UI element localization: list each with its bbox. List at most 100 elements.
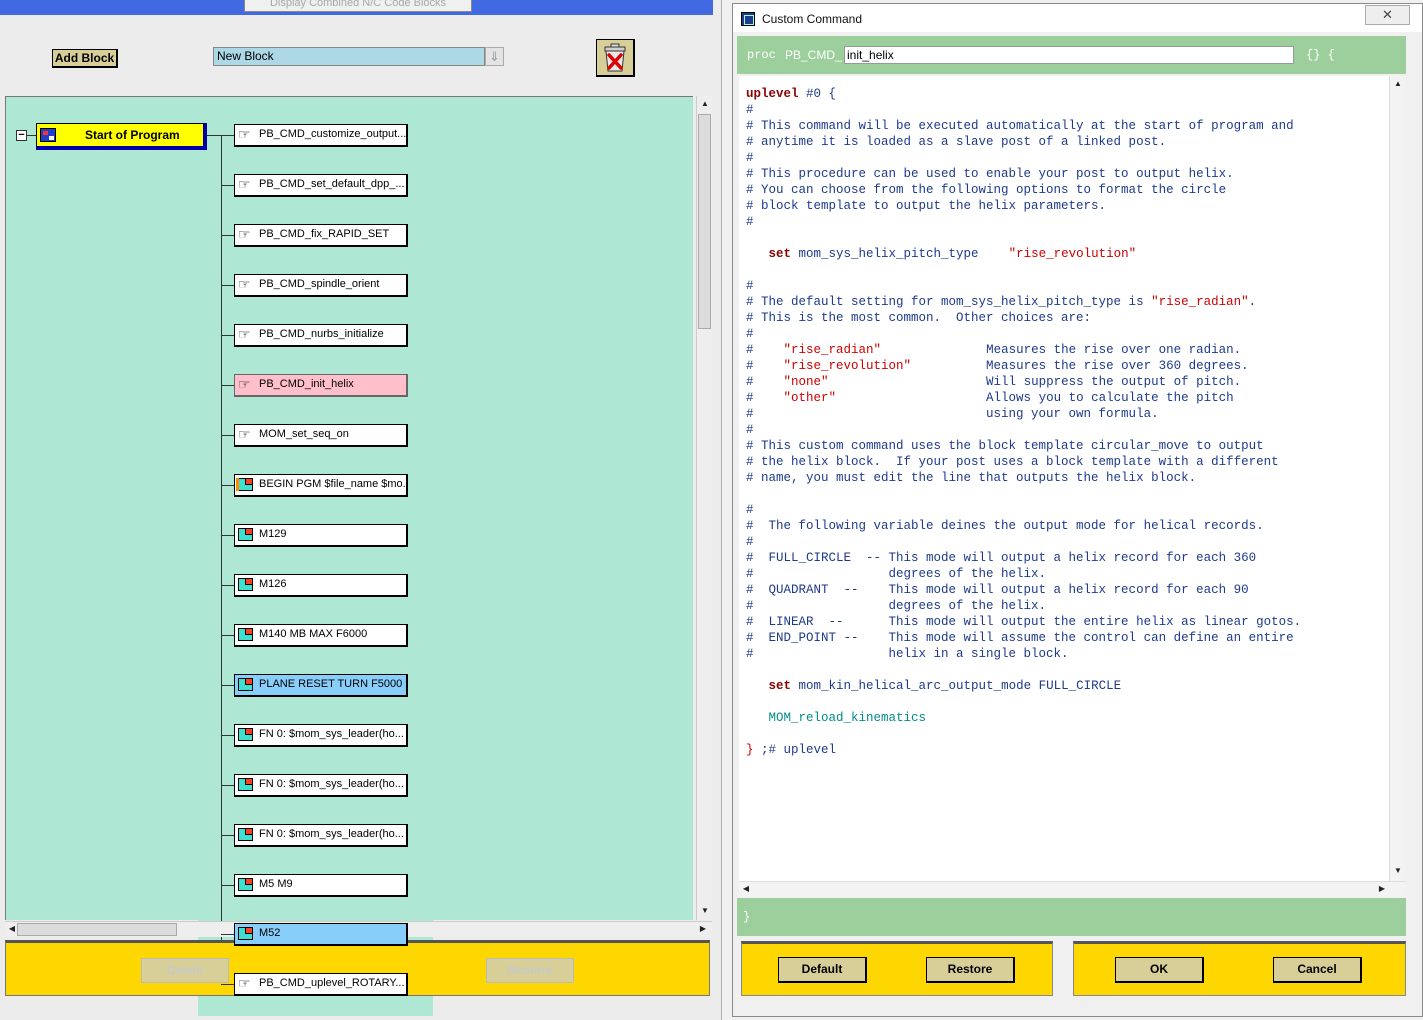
code-line: } ;# uplevel	[746, 743, 837, 757]
code-line: # You can choose from the following opti…	[746, 183, 1227, 197]
tree-item-m5-m9[interactable]: M5 M9	[234, 874, 408, 897]
close-button[interactable]: ✕	[1365, 5, 1410, 25]
tree-item-pb-cmd-fix-rapid-set[interactable]: ☞ PB_CMD_fix_RAPID_SET	[234, 224, 408, 247]
code-line: set mom_kin_helical_arc_output_mode FULL…	[768, 679, 1122, 693]
tree-item-mom-set-seq-on[interactable]: ☞ MOM_set_seq_on	[234, 424, 408, 447]
block-icon	[238, 628, 253, 641]
scroll-up-icon[interactable]: ▲	[1391, 77, 1405, 91]
block-icon	[238, 578, 253, 591]
trash-icon	[604, 43, 626, 72]
scroll-down-icon[interactable]: ▼	[1391, 864, 1405, 878]
code-editor[interactable]: uplevel #0 { # # This command will be exec…	[739, 76, 1389, 881]
delete-button[interactable]: Delete	[141, 958, 229, 983]
proc-header-bar: proc PB_CMD_ init_helix {} {	[737, 36, 1406, 74]
code-line: # anytime it is loaded as a slave post o…	[746, 135, 1167, 149]
default-restore-bar: Default Restore	[741, 941, 1053, 996]
tree-item-pb-cmd-set-default-dpp[interactable]: ☞ PB_CMD_set_default_dpp_...	[234, 174, 408, 197]
code-line: # "rise_revolution" Measures the rise ov…	[746, 359, 1249, 373]
block-icon	[238, 927, 253, 940]
default-button[interactable]: Default	[778, 957, 867, 983]
code-line: #	[746, 103, 754, 117]
ok-cancel-bar: OK Cancel	[1073, 941, 1406, 996]
block-icon	[238, 828, 253, 841]
add-block-button[interactable]: Add Block	[52, 49, 118, 68]
scroll-up-icon[interactable]: ▲	[698, 97, 712, 111]
code-line: # The default setting for mom_sys_helix_…	[746, 295, 1257, 309]
tree-item-pb-cmd-init-helix[interactable]: ☞ PB_CMD_init_helix	[234, 374, 408, 397]
hand-pointer-icon: ☞	[238, 126, 251, 142]
close-icon: ✕	[1382, 7, 1393, 22]
new-block-dropdown[interactable]: New Block	[213, 47, 485, 66]
start-of-program-node[interactable]: Start of Program	[36, 123, 207, 150]
tree-item-m126[interactable]: M126	[234, 574, 408, 597]
block-icon	[238, 528, 253, 541]
scroll-thumb[interactable]	[698, 114, 711, 329]
tree-item-pb-cmd-nurbs-initialize[interactable]: ☞ PB_CMD_nurbs_initialize	[234, 324, 408, 347]
tree-vertical-scrollbar[interactable]: ▲ ▼	[696, 96, 712, 920]
code-line: MOM_reload_kinematics	[746, 711, 927, 725]
code-line: # block template to output the helix par…	[746, 199, 1107, 213]
code-line: # degrees of the helix.	[746, 567, 1047, 581]
custom-command-dialog: Custom Command ✕ proc PB_CMD_ init_helix…	[732, 3, 1423, 1017]
tree-item-begin-pgm[interactable]: BEGIN PGM $file_name $mo...	[234, 474, 408, 497]
tree-item-m129[interactable]: M129	[234, 524, 408, 547]
scroll-down-icon[interactable]: ▼	[698, 904, 712, 918]
code-line: # This command will be executed automati…	[746, 119, 1294, 133]
closing-brace: }	[743, 910, 751, 924]
tree-item-m52[interactable]: M52	[234, 923, 408, 946]
scroll-thumb[interactable]	[17, 923, 177, 936]
trash-button[interactable]	[596, 39, 635, 77]
program-icon	[40, 128, 56, 142]
restore-block-button[interactable]: Restore	[486, 958, 574, 983]
proc-footer-bar: }	[737, 898, 1406, 936]
dialog-title-bar: Custom Command ✕	[733, 4, 1422, 32]
tree-item-plane-reset[interactable]: PLANE RESET TURN F5000	[234, 674, 408, 697]
code-text: uplevel #0 { # # This command will be exec…	[746, 86, 1301, 758]
block-icon	[238, 878, 253, 891]
code-line: uplevel #0 {	[746, 87, 837, 101]
code-line: #	[746, 535, 754, 549]
tree-item-pb-cmd-spindle-orient[interactable]: ☞ PB_CMD_spindle_orient	[234, 274, 408, 297]
cancel-button[interactable]: Cancel	[1273, 957, 1362, 983]
code-line: #	[746, 215, 754, 229]
restore-button[interactable]: Restore	[926, 957, 1015, 983]
display-combined-button[interactable]: Display Combined N/C Code Blocks	[244, 0, 472, 12]
code-line: #	[746, 279, 754, 293]
proc-name-input[interactable]: init_helix	[844, 46, 1294, 64]
block-icon	[238, 678, 253, 691]
proc-prefix: PB_CMD_	[785, 48, 842, 62]
code-line: # This procedure can be used to enable y…	[746, 167, 1234, 181]
code-line: # "none" Will suppress the output of pit…	[746, 375, 1242, 389]
hand-pointer-icon: ☞	[238, 276, 251, 292]
block-icon	[238, 778, 253, 791]
proc-keyword: proc	[747, 48, 776, 62]
code-line: # This custom command uses the block tem…	[746, 439, 1264, 453]
tree-item-pb-cmd-customize-output[interactable]: ☞ PB_CMD_customize_output...	[234, 124, 408, 147]
collapse-toggle-icon[interactable]: −	[16, 130, 27, 141]
scroll-left-icon[interactable]: ◀	[739, 882, 753, 896]
tree-item-m140[interactable]: M140 MB MAX F6000	[234, 624, 408, 647]
hand-pointer-icon: ☞	[238, 426, 251, 442]
code-line: #	[746, 503, 754, 517]
editor-vertical-scrollbar[interactable]: ▲ ▼	[1389, 76, 1406, 881]
tree-item-fn0-c[interactable]: FN 0: $mom_sys_leader(ho...	[234, 824, 408, 847]
tree-item-fn0-a[interactable]: FN 0: $mom_sys_leader(ho...	[234, 724, 408, 747]
dropdown-arrow-icon[interactable]: ⇓	[485, 47, 504, 66]
code-line: # using your own formula.	[746, 407, 1159, 421]
tree-item-fn0-b[interactable]: FN 0: $mom_sys_leader(ho...	[234, 774, 408, 797]
code-line: # END_POINT -- This mode will assume the…	[746, 631, 1294, 645]
editor-horizontal-scrollbar[interactable]: ◀ ▶	[739, 881, 1406, 897]
scroll-right-icon[interactable]: ▶	[696, 922, 710, 936]
dialog-title: Custom Command	[762, 12, 863, 26]
ok-button[interactable]: OK	[1115, 957, 1204, 983]
code-line: #	[746, 327, 754, 341]
tree-item-pb-cmd-uplevel-rotary[interactable]: ☞ PB_CMD_uplevel_ROTARY...	[234, 973, 408, 996]
proc-braces: {} {	[1306, 48, 1335, 62]
scroll-right-icon[interactable]: ▶	[1375, 882, 1389, 896]
